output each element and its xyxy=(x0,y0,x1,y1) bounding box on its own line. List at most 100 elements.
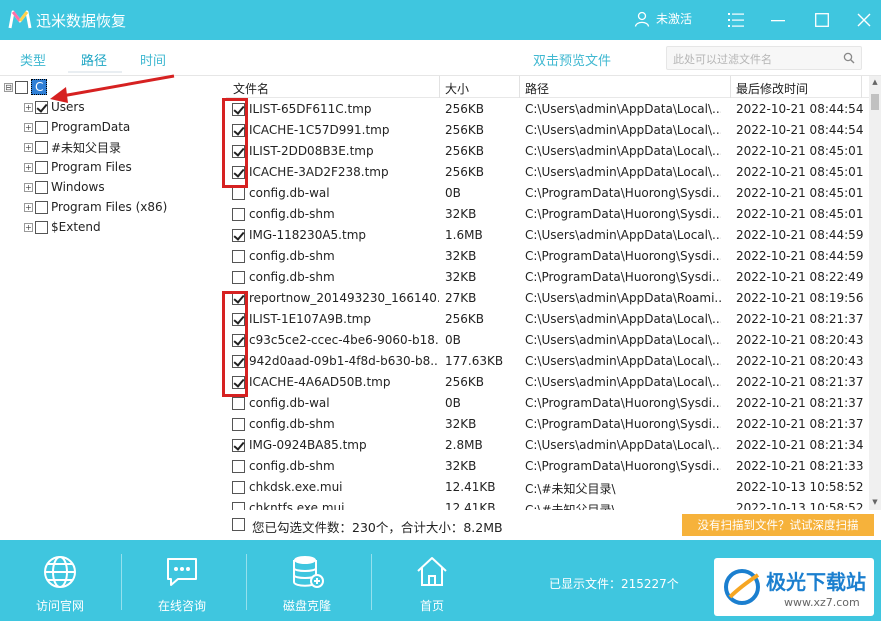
table-row[interactable]: config.db-shm 32KB C:\ProgramData\Huorong\… xyxy=(226,246,869,267)
row-checkbox[interactable] xyxy=(232,271,245,284)
scroll-up-icon[interactable]: ▲ xyxy=(869,76,881,88)
menu-button[interactable] xyxy=(722,6,750,34)
select-all-checkbox[interactable] xyxy=(232,518,245,531)
tree-item-label[interactable]: Program Files xyxy=(51,160,132,174)
tree-root-checkbox[interactable] xyxy=(15,80,28,94)
file-size: 32KB xyxy=(445,417,477,431)
header-size[interactable]: 大小 xyxy=(445,80,469,97)
row-checkbox[interactable] xyxy=(232,481,245,494)
table-row[interactable]: config.db-shm 32KB C:\ProgramData\Huorong\… xyxy=(226,414,869,435)
file-path: C:\ProgramData\Huorong\Sysdi... xyxy=(525,207,721,221)
shown-files-count: 已显示文件：215227个 xyxy=(549,577,679,591)
expand-icon[interactable]: + xyxy=(24,122,33,132)
tree-item-label[interactable]: Windows xyxy=(51,180,105,194)
row-checkbox[interactable] xyxy=(232,397,245,410)
scroll-thumb[interactable] xyxy=(871,94,879,110)
tab-time[interactable]: 时间 xyxy=(140,50,166,69)
home-button[interactable]: 首页 xyxy=(372,540,492,621)
row-checkbox[interactable] xyxy=(232,250,245,263)
user-account[interactable]: 未激活 xyxy=(634,10,692,27)
maximize-button[interactable] xyxy=(808,6,836,34)
table-row[interactable]: ILIST-2DD08B3E.tmp 256KB C:\Users\admin\Ap… xyxy=(226,141,869,162)
expand-icon[interactable]: + xyxy=(24,162,33,172)
online-consult-button[interactable]: 在线咨询 xyxy=(122,540,242,621)
table-row[interactable]: ILIST-65DF611C.tmp 256KB C:\Users\admin\Ap… xyxy=(226,99,869,120)
scroll-down-icon[interactable]: ▼ xyxy=(869,496,881,508)
tree-item-checkbox[interactable] xyxy=(35,220,48,234)
row-checkbox[interactable] xyxy=(232,187,245,200)
tree-item-windows[interactable]: + Windows xyxy=(24,178,105,196)
search-icon[interactable] xyxy=(843,52,855,64)
table-row[interactable]: IMG-118230A5.tmp 1.6MB C:\Users\admin\AppD… xyxy=(226,225,869,246)
table-row[interactable]: config.db-shm 32KB C:\ProgramData\Huorong\… xyxy=(226,204,869,225)
table-row[interactable]: ICACHE-3AD2F238.tmp 256KB C:\Users\admin\A… xyxy=(226,162,869,183)
row-checkbox[interactable] xyxy=(232,418,245,431)
expand-icon[interactable]: + xyxy=(24,202,33,212)
tree-item-checkbox[interactable] xyxy=(35,160,48,174)
chat-icon xyxy=(167,558,197,586)
highlight-box xyxy=(222,291,248,397)
tree-item-checkbox[interactable] xyxy=(35,120,48,134)
file-path: C:\#未知父目录\ xyxy=(525,503,616,510)
minimize-button[interactable] xyxy=(764,6,792,34)
table-row[interactable]: chkdsk.exe.mui 12.41KB C:\#未知父目录\ 2022-10-1… xyxy=(226,477,869,498)
tree-item-label[interactable]: #未知父目录 xyxy=(51,139,121,156)
file-path: C:\ProgramData\Huorong\Sysdi... xyxy=(525,249,721,263)
collapse-icon[interactable]: ⊟ xyxy=(4,82,13,92)
header-name[interactable]: 文件名 xyxy=(233,80,269,97)
tree-item-unknown-parent[interactable]: + #未知父目录 xyxy=(24,138,121,156)
file-size: 27KB xyxy=(445,291,477,305)
row-checkbox[interactable] xyxy=(232,460,245,473)
vertical-scrollbar[interactable]: ▲ ▼ xyxy=(869,76,881,510)
visit-website-button[interactable]: 访问官网 xyxy=(0,540,120,621)
file-size: 32KB xyxy=(445,270,477,284)
expand-icon[interactable]: + xyxy=(24,102,33,112)
row-checkbox[interactable] xyxy=(232,229,245,242)
row-checkbox[interactable] xyxy=(232,502,245,510)
header-path[interactable]: 路径 xyxy=(525,80,549,97)
expand-icon[interactable]: + xyxy=(24,182,33,192)
expand-icon[interactable]: + xyxy=(24,222,33,232)
file-mtime: 2022-10-21 08:20:43 xyxy=(736,354,864,368)
table-row[interactable]: ICACHE-4A6AD50B.tmp 256KB C:\Users\admin\A… xyxy=(226,372,869,393)
close-button[interactable] xyxy=(850,6,878,34)
table-row[interactable]: IMG-0924BA85.tmp 2.8MB C:\Users\admin\AppD… xyxy=(226,435,869,456)
file-size: 0B xyxy=(445,186,461,200)
tab-type[interactable]: 类型 xyxy=(20,50,46,69)
file-name: config.db-shm xyxy=(249,459,335,473)
table-row[interactable]: 942d0aad-09b1-4f8d-b630-b8... 177.63KB C:\… xyxy=(226,351,869,372)
table-row[interactable]: ILIST-1E107A9B.tmp 256KB C:\Users\admin\Ap… xyxy=(226,309,869,330)
tree-item-checkbox[interactable] xyxy=(35,180,48,194)
title-bar: 迅米数据恢复 未激活 xyxy=(0,0,881,40)
table-row[interactable]: reportnow_201493230_166140... 27KB C:\User… xyxy=(226,288,869,309)
table-row[interactable]: config.db-shm 32KB C:\ProgramData\Huorong\… xyxy=(226,456,869,477)
tree-item-program-files[interactable]: + Program Files xyxy=(24,158,132,176)
header-mtime[interactable]: 最后修改时间 xyxy=(736,80,808,97)
tab-path[interactable]: 路径 xyxy=(81,50,107,69)
user-icon xyxy=(634,11,650,27)
table-row[interactable]: config.db-wal 0B C:\ProgramData\Huorong\Sy… xyxy=(226,183,869,204)
tree-item-program-files-x86[interactable]: + Program Files (x86) xyxy=(24,198,167,216)
tree-item-label[interactable]: ProgramData xyxy=(51,120,130,134)
expand-icon[interactable]: + xyxy=(24,142,33,152)
tree-item-checkbox[interactable] xyxy=(35,200,48,214)
row-checkbox[interactable] xyxy=(232,439,245,452)
table-row[interactable]: config.db-shm 32KB C:\ProgramData\Huorong\… xyxy=(226,267,869,288)
filter-input[interactable] xyxy=(673,50,833,68)
tree-item-programdata[interactable]: + ProgramData xyxy=(24,118,130,136)
disk-clone-button[interactable]: 磁盘克隆 xyxy=(247,540,367,621)
file-name: ICACHE-4A6AD50B.tmp xyxy=(249,375,391,389)
file-name: c93c5ce2-ccec-4be6-9060-b18... xyxy=(249,333,439,347)
table-row[interactable]: c93c5ce2-ccec-4be6-9060-b18... 0B C:\Users… xyxy=(226,330,869,351)
filter-search-box[interactable] xyxy=(666,46,862,70)
row-checkbox[interactable] xyxy=(232,208,245,221)
deep-scan-button[interactable]: 没有扫描到文件？试试深度扫描 xyxy=(682,514,874,536)
table-row[interactable]: config.db-wal 0B C:\ProgramData\Huorong\Sy… xyxy=(226,393,869,414)
table-row[interactable]: chkntfs.exe.mui 12.41KB C:\#未知父目录\ 2022-10-… xyxy=(226,498,869,510)
tree-item-label[interactable]: Program Files (x86) xyxy=(51,200,167,214)
tree-item-extend[interactable]: + $Extend xyxy=(24,218,101,236)
tree-item-checkbox[interactable] xyxy=(35,140,48,154)
maximize-icon xyxy=(815,13,829,27)
tree-item-label[interactable]: $Extend xyxy=(51,220,101,234)
table-row[interactable]: ICACHE-1C57D991.tmp 256KB C:\Users\admin\A… xyxy=(226,120,869,141)
